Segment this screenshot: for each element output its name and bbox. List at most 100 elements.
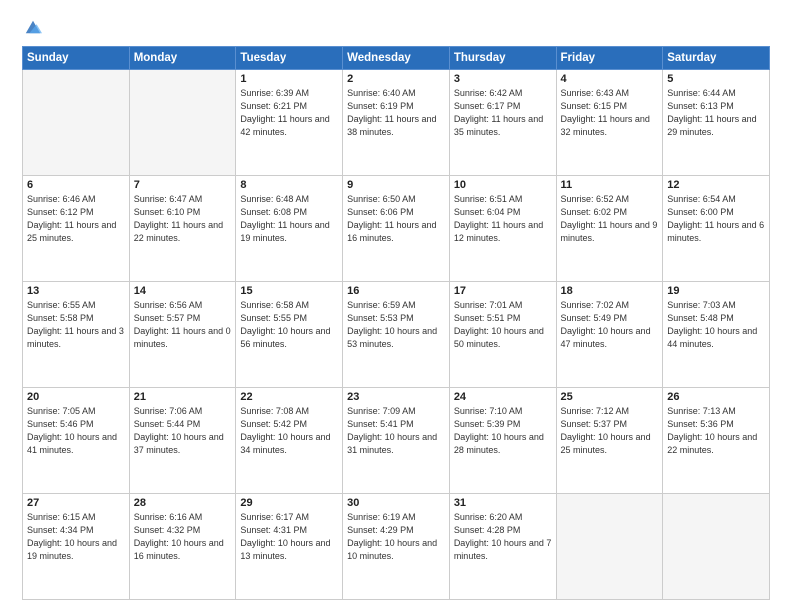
day-detail: Sunrise: 6:40 AMSunset: 6:19 PMDaylight:… <box>347 87 445 139</box>
day-detail: Sunrise: 6:42 AMSunset: 6:17 PMDaylight:… <box>454 87 552 139</box>
day-detail: Sunrise: 6:20 AMSunset: 4:28 PMDaylight:… <box>454 511 552 563</box>
day-number: 23 <box>347 391 445 403</box>
day-detail: Sunrise: 7:06 AMSunset: 5:44 PMDaylight:… <box>134 405 232 457</box>
day-number: 16 <box>347 285 445 297</box>
day-number: 24 <box>454 391 552 403</box>
calendar-week-row: 6 Sunrise: 6:46 AMSunset: 6:12 PMDaylight… <box>23 176 770 282</box>
day-number: 2 <box>347 73 445 85</box>
calendar-week-row: 27 Sunrise: 6:15 AMSunset: 4:34 PMDayligh… <box>23 494 770 600</box>
calendar-day-cell: 26Sunrise: 7:13 AMSunset: 5:36 PMDayligh… <box>663 388 770 494</box>
day-detail: Sunrise: 6:48 AMSunset: 6:08 PMDaylight:… <box>240 193 338 245</box>
day-number: 31 <box>454 497 552 509</box>
day-number: 18 <box>561 285 659 297</box>
day-detail: Sunrise: 6:51 AMSunset: 6:04 PMDaylight:… <box>454 193 552 245</box>
day-number: 21 <box>134 391 232 403</box>
calendar-day-cell: 6 Sunrise: 6:46 AMSunset: 6:12 PMDaylight… <box>23 176 130 282</box>
day-detail: Sunrise: 6:17 AMSunset: 4:31 PMDaylight:… <box>240 511 338 563</box>
calendar-week-row: 1 Sunrise: 6:39 AMSunset: 6:21 PMDaylight… <box>23 70 770 176</box>
day-detail: Sunrise: 7:12 AMSunset: 5:37 PMDaylight:… <box>561 405 659 457</box>
calendar-week-row: 13 Sunrise: 6:55 AMSunset: 5:58 PMDayligh… <box>23 282 770 388</box>
day-detail: Sunrise: 6:47 AMSunset: 6:10 PMDaylight:… <box>134 193 232 245</box>
calendar-day-cell: 11Sunrise: 6:52 AMSunset: 6:02 PMDayligh… <box>556 176 663 282</box>
calendar-day-cell: 12Sunrise: 6:54 AMSunset: 6:00 PMDayligh… <box>663 176 770 282</box>
weekday-header: Saturday <box>663 47 770 70</box>
calendar-day-cell: 15Sunrise: 6:58 AMSunset: 5:55 PMDayligh… <box>236 282 343 388</box>
calendar-day-cell: 31 Sunrise: 6:20 AMSunset: 4:28 PMDayligh… <box>449 494 556 600</box>
calendar-day-cell: 16Sunrise: 6:59 AMSunset: 5:53 PMDayligh… <box>343 282 450 388</box>
calendar-day-cell <box>663 494 770 600</box>
calendar-day-cell: 30 Sunrise: 6:19 AMSunset: 4:29 PMDayligh… <box>343 494 450 600</box>
day-number: 9 <box>347 179 445 191</box>
day-number: 1 <box>240 73 338 85</box>
calendar-day-cell: 8 Sunrise: 6:48 AMSunset: 6:08 PMDaylight… <box>236 176 343 282</box>
calendar-day-cell <box>129 70 236 176</box>
calendar-day-cell <box>23 70 130 176</box>
day-number: 28 <box>134 497 232 509</box>
day-detail: Sunrise: 6:52 AMSunset: 6:02 PMDaylight:… <box>561 193 659 245</box>
day-number: 12 <box>667 179 765 191</box>
calendar-day-cell <box>556 494 663 600</box>
day-number: 27 <box>27 497 125 509</box>
day-detail: Sunrise: 6:44 AMSunset: 6:13 PMDaylight:… <box>667 87 765 139</box>
day-number: 17 <box>454 285 552 297</box>
day-detail: Sunrise: 7:09 AMSunset: 5:41 PMDaylight:… <box>347 405 445 457</box>
day-number: 8 <box>240 179 338 191</box>
weekday-header: Sunday <box>23 47 130 70</box>
day-number: 10 <box>454 179 552 191</box>
day-number: 15 <box>240 285 338 297</box>
day-number: 7 <box>134 179 232 191</box>
calendar-day-cell: 5 Sunrise: 6:44 AMSunset: 6:13 PMDaylight… <box>663 70 770 176</box>
day-number: 29 <box>240 497 338 509</box>
day-detail: Sunrise: 6:56 AMSunset: 5:57 PMDaylight:… <box>134 299 232 351</box>
day-number: 6 <box>27 179 125 191</box>
calendar-day-cell: 27 Sunrise: 6:15 AMSunset: 4:34 PMDayligh… <box>23 494 130 600</box>
calendar-day-cell: 1 Sunrise: 6:39 AMSunset: 6:21 PMDaylight… <box>236 70 343 176</box>
logo-icon <box>24 18 42 36</box>
calendar-day-cell: 7 Sunrise: 6:47 AMSunset: 6:10 PMDaylight… <box>129 176 236 282</box>
calendar-day-cell: 28 Sunrise: 6:16 AMSunset: 4:32 PMDayligh… <box>129 494 236 600</box>
weekday-header: Monday <box>129 47 236 70</box>
calendar-day-cell: 13 Sunrise: 6:55 AMSunset: 5:58 PMDayligh… <box>23 282 130 388</box>
day-number: 13 <box>27 285 125 297</box>
calendar-day-cell: 2 Sunrise: 6:40 AMSunset: 6:19 PMDaylight… <box>343 70 450 176</box>
calendar-day-cell: 10 Sunrise: 6:51 AMSunset: 6:04 PMDayligh… <box>449 176 556 282</box>
day-number: 3 <box>454 73 552 85</box>
calendar-day-cell: 9 Sunrise: 6:50 AMSunset: 6:06 PMDaylight… <box>343 176 450 282</box>
day-detail: Sunrise: 7:05 AMSunset: 5:46 PMDaylight:… <box>27 405 125 457</box>
day-detail: Sunrise: 6:55 AMSunset: 5:58 PMDaylight:… <box>27 299 125 351</box>
day-number: 30 <box>347 497 445 509</box>
calendar-week-row: 20 Sunrise: 7:05 AMSunset: 5:46 PMDayligh… <box>23 388 770 494</box>
day-detail: Sunrise: 7:01 AMSunset: 5:51 PMDaylight:… <box>454 299 552 351</box>
weekday-header: Thursday <box>449 47 556 70</box>
day-detail: Sunrise: 6:50 AMSunset: 6:06 PMDaylight:… <box>347 193 445 245</box>
day-detail: Sunrise: 7:08 AMSunset: 5:42 PMDaylight:… <box>240 405 338 457</box>
day-detail: Sunrise: 7:10 AMSunset: 5:39 PMDaylight:… <box>454 405 552 457</box>
calendar-day-cell: 24 Sunrise: 7:10 AMSunset: 5:39 PMDayligh… <box>449 388 556 494</box>
day-detail: Sunrise: 6:16 AMSunset: 4:32 PMDaylight:… <box>134 511 232 563</box>
calendar-day-cell: 3 Sunrise: 6:42 AMSunset: 6:17 PMDaylight… <box>449 70 556 176</box>
calendar-table: SundayMondayTuesdayWednesdayThursdayFrid… <box>22 46 770 600</box>
calendar-day-cell: 17 Sunrise: 7:01 AMSunset: 5:51 PMDayligh… <box>449 282 556 388</box>
day-number: 14 <box>134 285 232 297</box>
weekday-header: Tuesday <box>236 47 343 70</box>
day-number: 4 <box>561 73 659 85</box>
day-detail: Sunrise: 6:19 AMSunset: 4:29 PMDaylight:… <box>347 511 445 563</box>
day-number: 25 <box>561 391 659 403</box>
day-detail: Sunrise: 6:15 AMSunset: 4:34 PMDaylight:… <box>27 511 125 563</box>
calendar-day-cell: 29 Sunrise: 6:17 AMSunset: 4:31 PMDayligh… <box>236 494 343 600</box>
calendar-day-cell: 4 Sunrise: 6:43 AMSunset: 6:15 PMDaylight… <box>556 70 663 176</box>
calendar-day-cell: 19Sunrise: 7:03 AMSunset: 5:48 PMDayligh… <box>663 282 770 388</box>
day-detail: Sunrise: 7:02 AMSunset: 5:49 PMDaylight:… <box>561 299 659 351</box>
day-number: 20 <box>27 391 125 403</box>
day-detail: Sunrise: 7:03 AMSunset: 5:48 PMDaylight:… <box>667 299 765 351</box>
day-detail: Sunrise: 6:43 AMSunset: 6:15 PMDaylight:… <box>561 87 659 139</box>
calendar-day-cell: 25 Sunrise: 7:12 AMSunset: 5:37 PMDayligh… <box>556 388 663 494</box>
day-detail: Sunrise: 6:39 AMSunset: 6:21 PMDaylight:… <box>240 87 338 139</box>
day-number: 22 <box>240 391 338 403</box>
weekday-header: Friday <box>556 47 663 70</box>
calendar-day-cell: 23 Sunrise: 7:09 AMSunset: 5:41 PMDayligh… <box>343 388 450 494</box>
day-detail: Sunrise: 6:46 AMSunset: 6:12 PMDaylight:… <box>27 193 125 245</box>
header <box>22 18 770 36</box>
day-number: 5 <box>667 73 765 85</box>
day-detail: Sunrise: 7:13 AMSunset: 5:36 PMDaylight:… <box>667 405 765 457</box>
